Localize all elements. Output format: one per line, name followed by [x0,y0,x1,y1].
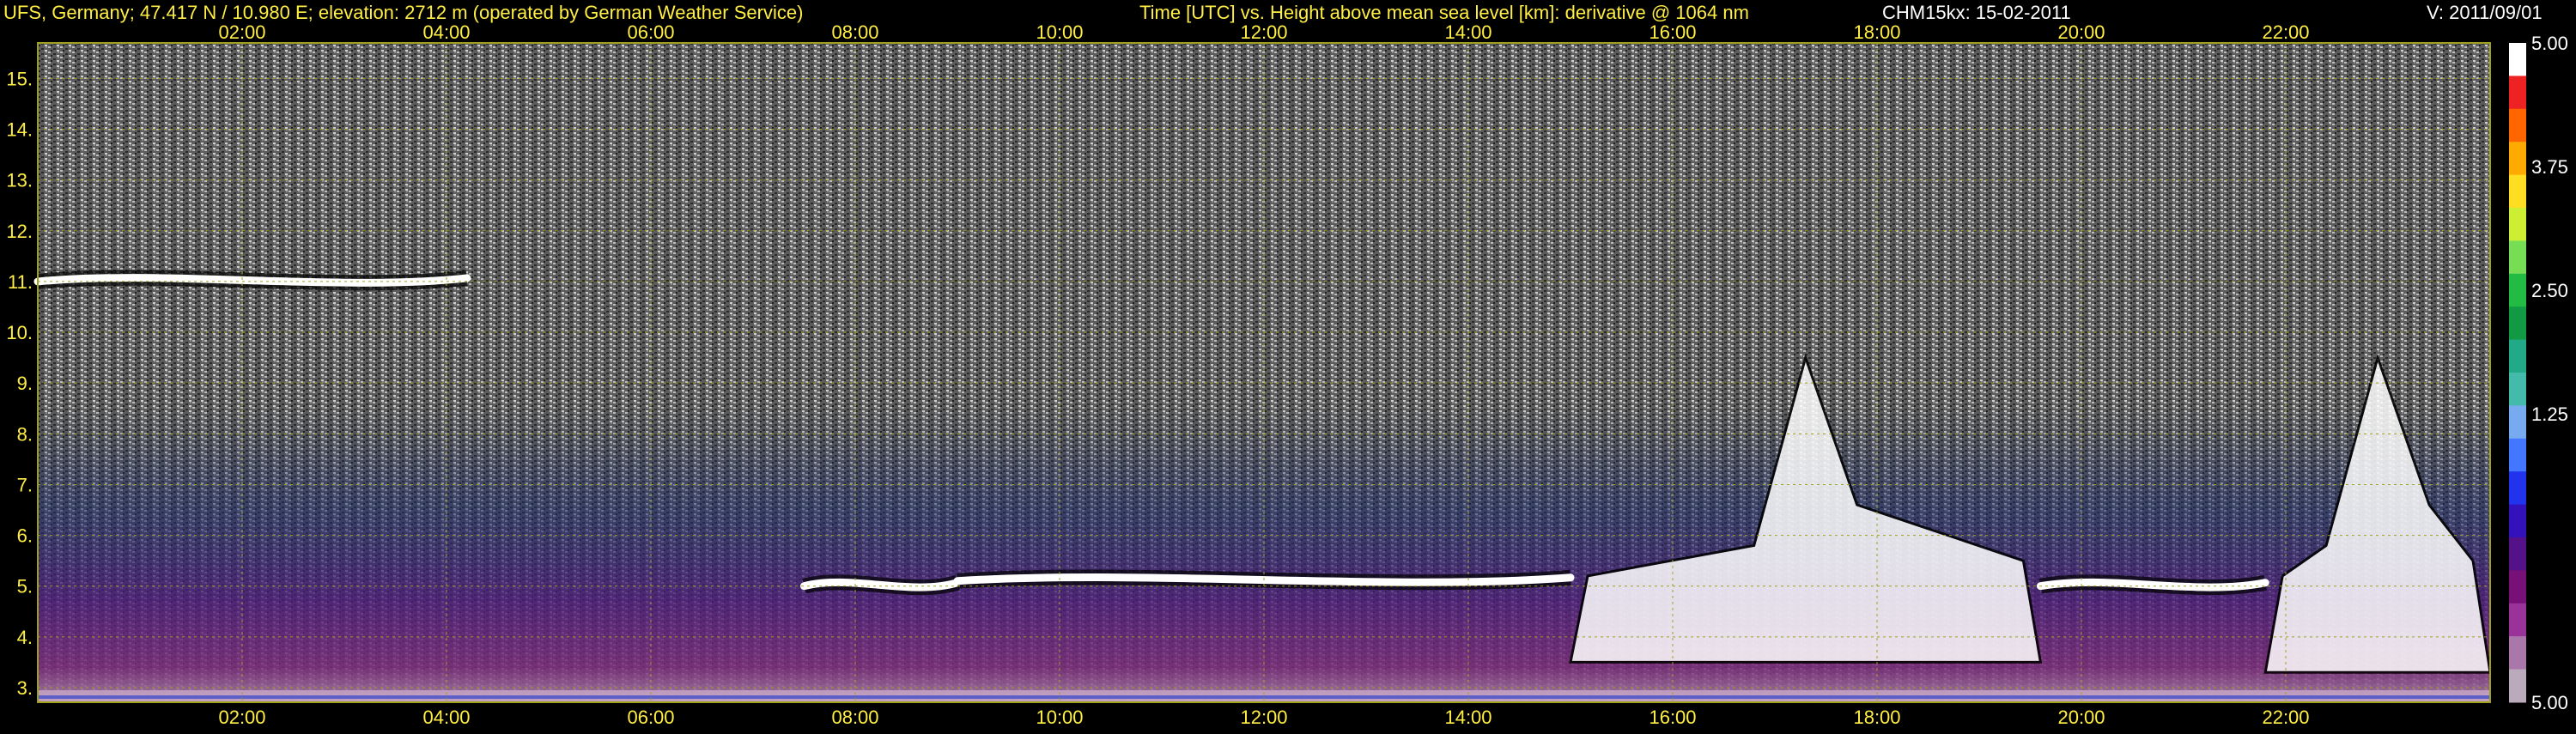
x-tick-label-bottom: 12:00 [1240,707,1287,728]
y-tick-label: 13. [6,170,33,191]
y-tick-label: 14. [6,119,33,141]
colorbar-segment [2509,570,2526,604]
x-tick-label-bottom: 08:00 [831,707,878,728]
colorbar-tick-label: 1.25 [2531,403,2568,425]
colorbar-segment [2509,339,2526,373]
x-tick-label-top: 20:00 [2057,21,2105,43]
y-tick-label: 6. [17,525,33,547]
colorbar-segment [2509,43,2526,76]
colorbar-segment [2509,240,2526,275]
x-tick-label-bottom: 06:00 [627,707,674,728]
x-tick-label-top: 10:00 [1036,21,1083,43]
colorbar-segment [2509,373,2526,406]
y-tick-label: 3. [17,677,33,699]
x-tick-label-bottom: 22:00 [2262,707,2309,728]
colorbar-segment [2509,504,2526,538]
colorbar-segment [2509,76,2526,110]
y-tick-label: 15. [6,68,33,89]
colorbar-segment [2509,273,2526,307]
colorbar-segment [2509,405,2526,440]
x-tick-label-top: 22:00 [2262,21,2309,43]
colorbar-tick-label: 2.50 [2531,280,2568,301]
x-tick-label-bottom: 18:00 [1853,707,1900,728]
x-tick-label-top: 08:00 [831,21,878,43]
x-tick-label-bottom: 16:00 [1649,707,1696,728]
x-tick-label-top: 02:00 [218,21,265,43]
x-tick-label-top: 14:00 [1444,21,1492,43]
x-tick-label-bottom: 02:00 [218,707,265,728]
colorbar-segment [2509,471,2526,506]
colorbar-segment [2509,603,2526,637]
colorbar-segment [2509,174,2526,209]
y-tick-label: 4. [17,627,33,648]
y-tick-label: 12. [6,221,33,242]
x-tick-label-bottom: 20:00 [2057,707,2105,728]
colorbar-segment [2509,306,2526,341]
colorbar-segment [2509,537,2526,571]
x-tick-label-top: 12:00 [1240,21,1287,43]
y-tick-label: 10. [6,322,33,343]
y-tick-label: 9. [17,373,33,394]
x-tick-label-top: 04:00 [422,21,470,43]
colorbar-tick-label: 5.00 [2531,692,2568,713]
x-tick-label-bottom: 10:00 [1036,707,1083,728]
ceilometer-chart: 02:00 02:00 04:00 04:00 06:00 06:00 08:00 08:00… [6,21,2568,728]
colorbar-tick-label: 5.00 [2531,33,2568,54]
x-tick-label-bottom: 04:00 [422,707,470,728]
colorbar-segment [2509,108,2526,143]
y-tick-label: 7. [17,474,33,495]
y-tick-label: 8. [17,423,33,445]
x-tick-label-top: 16:00 [1649,21,1696,43]
chart-area: 02:00 02:00 04:00 04:00 06:00 06:00 08:00 08:00… [0,0,2576,730]
x-tick-label-bottom: 14:00 [1444,707,1492,728]
colorbar-segment [2509,669,2526,703]
colorbar-segment [2509,142,2526,176]
colorbar-segment [2509,438,2526,472]
x-tick-label-top: 18:00 [1853,21,1900,43]
x-tick-label-top: 06:00 [627,21,674,43]
colorbar-segment [2509,208,2526,241]
y-tick-label: 5. [17,576,33,598]
colorbar-tick-label: 3.75 [2531,156,2568,178]
colorbar-segment [2509,636,2526,670]
y-tick-label: 11. [8,271,33,293]
